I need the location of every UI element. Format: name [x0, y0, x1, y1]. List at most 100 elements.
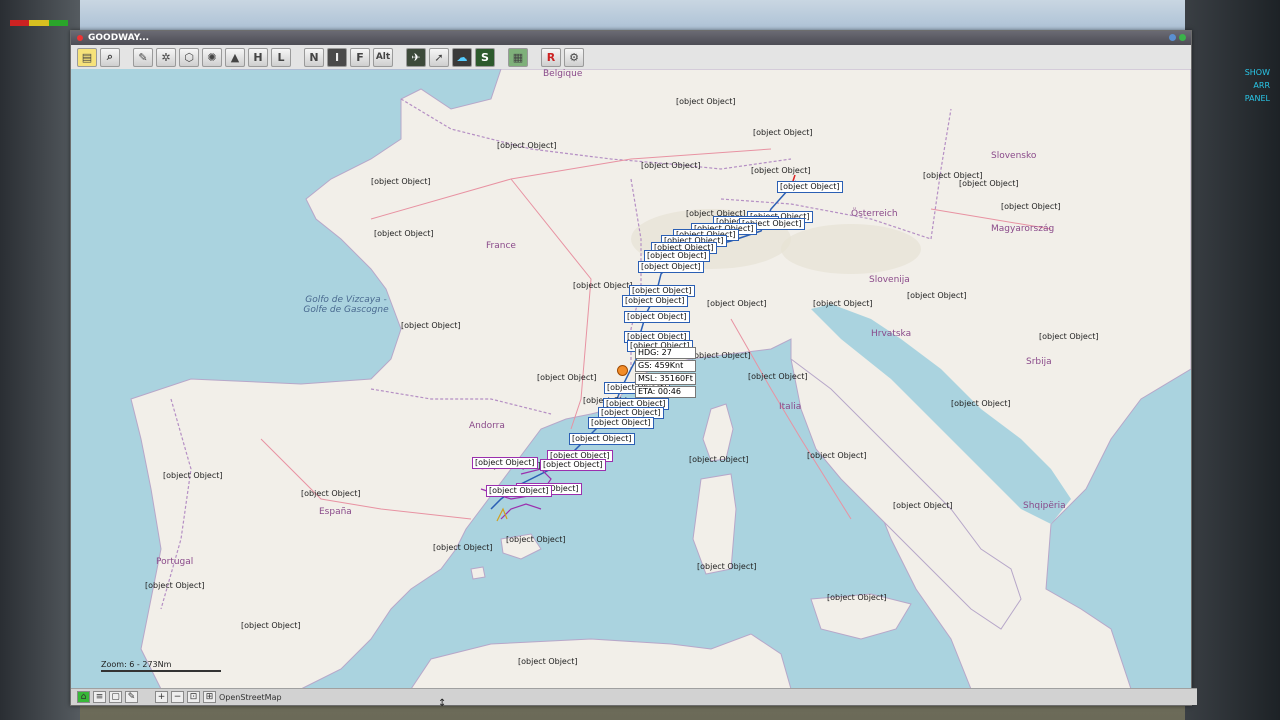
- city-label: [object Object]: [374, 229, 434, 238]
- layers-icon[interactable]: ≡: [93, 691, 106, 703]
- city-label: [object Object]: [518, 657, 578, 666]
- city-label: [object Object]: [753, 128, 813, 137]
- status-bar: ⌂ ≡ ▢ ✎ + − ⊡ ⊞ OpenStreetMap: [71, 688, 1197, 705]
- waypoint-label[interactable]: [object Object]: [622, 295, 688, 307]
- country-label: Magyarország: [991, 224, 1055, 234]
- city-label: [object Object]: [241, 621, 301, 630]
- titlebar[interactable]: GOODWAY...: [71, 31, 1191, 45]
- pencil-icon[interactable]: ✎: [125, 691, 138, 703]
- aircraft-icon[interactable]: ✈: [406, 47, 426, 67]
- waypoint-label[interactable]: [object Object]: [486, 485, 552, 497]
- city-label: [object Object]: [707, 299, 767, 308]
- sim-status-bar: [10, 20, 68, 26]
- north-up-button[interactable]: N: [304, 47, 324, 67]
- flight-plan-button[interactable]: F: [350, 47, 370, 67]
- city-label: [object Object]: [951, 399, 1011, 408]
- high-airways-icon[interactable]: H: [248, 47, 268, 67]
- show-label: SHOW: [1244, 68, 1270, 77]
- weather-icon[interactable]: ☁: [452, 47, 472, 67]
- low-airways-icon[interactable]: L: [271, 47, 291, 67]
- zoom-out-icon[interactable]: −: [171, 691, 184, 703]
- city-label: [object Object]: [827, 593, 887, 602]
- altitude-button[interactable]: Alt: [373, 47, 393, 67]
- notes-icon[interactable]: ▤: [77, 47, 97, 67]
- search-icon[interactable]: ⌕: [100, 47, 120, 67]
- city-label: [object Object]: [145, 581, 205, 590]
- country-label: Slovenija: [869, 275, 910, 285]
- window-controls: [1169, 34, 1186, 41]
- city-label: [object Object]: [907, 291, 967, 300]
- eta-readout: ETA: 00:46: [635, 386, 696, 398]
- map-view[interactable]: Belgique France España Italia Portugal Ö…: [71, 69, 1191, 689]
- ndb-icon[interactable]: ⬡: [179, 47, 199, 67]
- country-label: Andorra: [469, 421, 505, 431]
- zoom-label: Zoom: 6 - 273Nm: [101, 660, 172, 669]
- settings-icon[interactable]: ⚙: [564, 47, 584, 67]
- city-label: [object Object]: [163, 471, 223, 480]
- city-label: [object Object]: [1001, 202, 1061, 211]
- select-icon[interactable]: ▢: [109, 691, 122, 703]
- restore-icon[interactable]: [1169, 34, 1176, 41]
- waypoint-label[interactable]: [object Object]: [777, 181, 843, 193]
- panel-label: PANEL: [1244, 94, 1270, 103]
- aircraft-icon[interactable]: [617, 365, 628, 376]
- grid-icon[interactable]: ⊞: [203, 691, 216, 703]
- country-label: Italia: [779, 402, 802, 412]
- waypoint-label[interactable]: [object Object]: [638, 261, 704, 273]
- track-up-button[interactable]: I: [327, 47, 347, 67]
- waypoint-label[interactable]: [object Object]: [588, 417, 654, 429]
- country-label: Slovensko: [991, 151, 1037, 161]
- map-layer-icon[interactable]: ▦: [508, 47, 528, 67]
- groundspeed-readout: GS: 459Knt: [635, 360, 696, 372]
- city-label: [object Object]: [573, 281, 633, 290]
- waypoint-label[interactable]: [object Object]: [540, 459, 606, 471]
- country-label: France: [486, 241, 516, 251]
- vor-icon[interactable]: ✲: [156, 47, 176, 67]
- cockpit-sky: [0, 0, 1280, 34]
- aircraft-info-box: HDG: 27 GS: 459Knt MSL: 35160Ft ETA: 00:…: [635, 347, 696, 399]
- city-label: [object Object]: [697, 562, 757, 571]
- route-icon[interactable]: R: [541, 47, 561, 67]
- country-label: Österreich: [851, 209, 898, 219]
- sid-star-button[interactable]: S: [475, 47, 495, 67]
- edit-icon[interactable]: ✎: [133, 47, 153, 67]
- city-label: [object Object]: [959, 179, 1019, 188]
- zoom-in-icon[interactable]: +: [155, 691, 168, 703]
- cockpit-right-frame: [1185, 0, 1280, 720]
- city-label: [object Object]: [748, 372, 808, 381]
- map-provider-label: OpenStreetMap: [219, 692, 282, 702]
- city-label: [object Object]: [537, 373, 597, 382]
- close-icon[interactable]: [77, 35, 83, 41]
- terrain-icon[interactable]: ▲: [225, 47, 245, 67]
- country-label: Srbija: [1026, 357, 1052, 367]
- city-label: [object Object]: [676, 97, 736, 106]
- country-label: Shqipëria: [1023, 501, 1066, 511]
- fit-icon[interactable]: ⊡: [187, 691, 200, 703]
- city-label: [object Object]: [401, 321, 461, 330]
- map-canvas: [71, 69, 1191, 689]
- waypoint-label[interactable]: [object Object]: [472, 457, 538, 469]
- show-panel-label[interactable]: SHOW ARR PANEL: [1245, 66, 1270, 105]
- country-label: Portugal: [156, 557, 194, 567]
- city-label: [object Object]: [497, 141, 557, 150]
- country-label: Belgique: [543, 69, 583, 79]
- arr-label: ARR: [1253, 81, 1270, 90]
- city-label: [object Object]: [691, 351, 751, 360]
- city-label: [object Object]: [506, 535, 566, 544]
- fix-icon[interactable]: ✺: [202, 47, 222, 67]
- waypoint-label[interactable]: [object Object]: [569, 433, 635, 445]
- mouse-cursor-icon: ↕: [438, 698, 447, 709]
- window-title: GOODWAY...: [88, 33, 150, 43]
- city-label: [object Object]: [893, 501, 953, 510]
- waypoint-label[interactable]: [object Object]: [624, 311, 690, 323]
- home-icon[interactable]: ⌂: [77, 691, 90, 703]
- city-label: [object Object]: [371, 177, 431, 186]
- city-label: [object Object]: [689, 455, 749, 464]
- city-label: [object Object]: [301, 489, 361, 498]
- country-label: Hrvatska: [871, 329, 912, 339]
- sea-label: Golfo de Vizcaya - Golfe de Gascogne: [303, 295, 389, 315]
- traffic-icon[interactable]: ➚: [429, 47, 449, 67]
- city-label: [object Object]: [807, 451, 867, 460]
- maximize-icon[interactable]: [1179, 34, 1186, 41]
- altitude-readout: MSL: 35160Ft: [635, 373, 696, 385]
